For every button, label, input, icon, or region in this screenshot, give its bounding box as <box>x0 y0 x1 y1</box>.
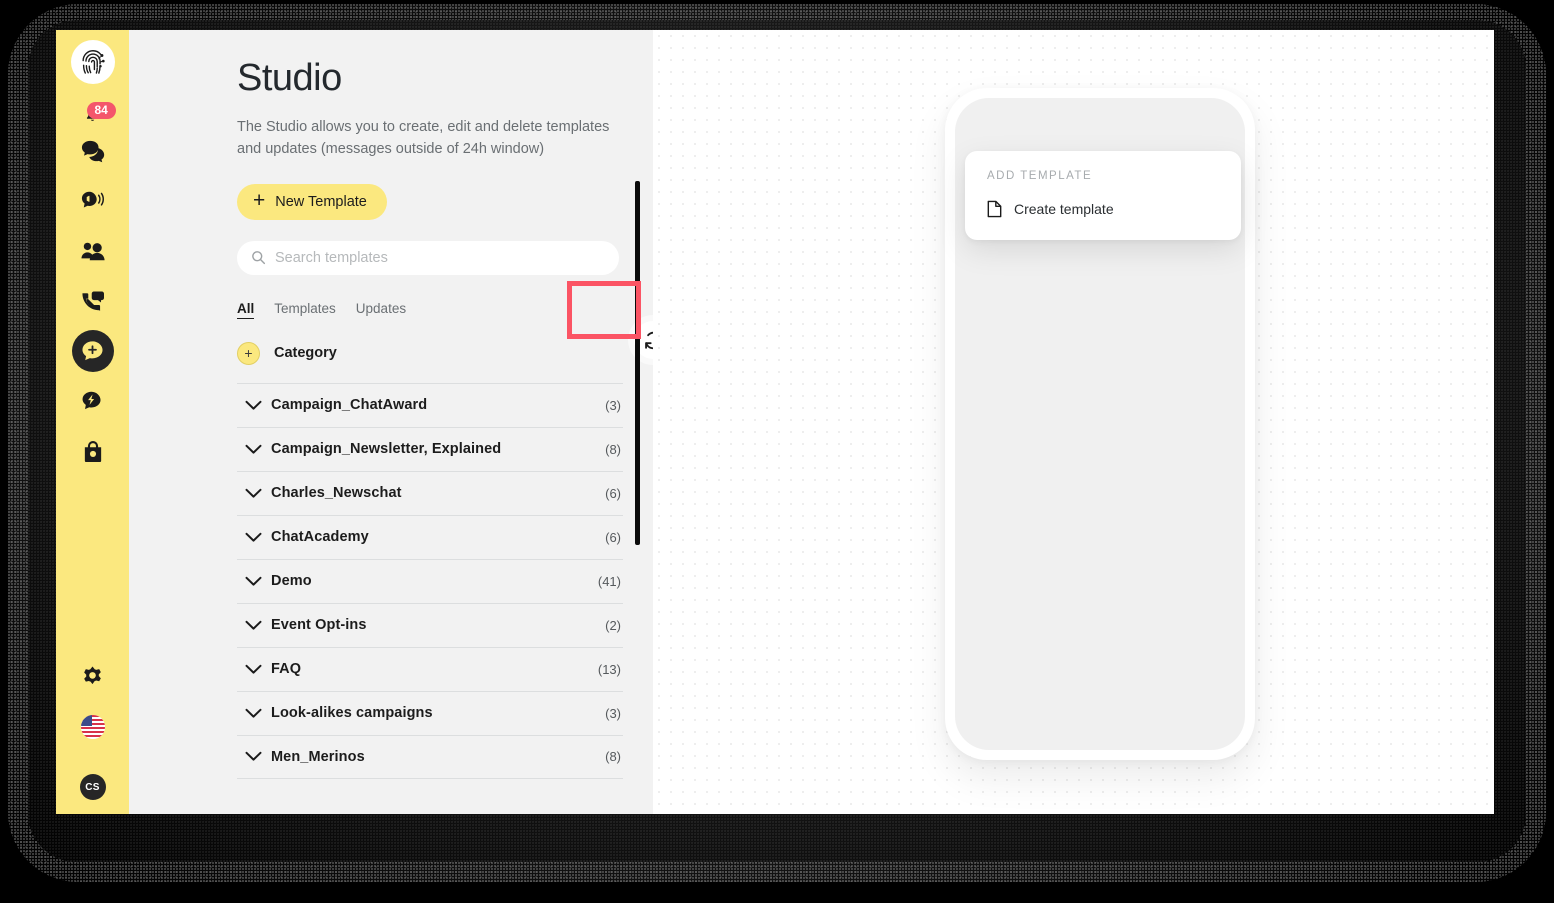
table-row[interactable]: Demo (41) <box>237 558 623 603</box>
studio-panel: Studio The Studio allows you to create, … <box>129 30 672 814</box>
screenshot-root: 84 CS Studio The Studio allows you to cr… <box>0 0 1554 903</box>
rail-bottom-group: CS <box>56 652 129 814</box>
table-row[interactable]: ChatAcademy (6) <box>237 514 623 559</box>
chevron-down-icon[interactable] <box>237 488 271 499</box>
category-count: (8) <box>605 749 621 765</box>
search-icon <box>251 250 266 265</box>
megaphone-bubble-icon <box>80 189 106 213</box>
filter-tabs: All Templates Updates <box>237 300 653 320</box>
chat-bubbles-icon <box>80 139 106 163</box>
chevron-down-icon[interactable] <box>237 400 271 411</box>
gear-icon <box>80 665 105 690</box>
category-name: Demo <box>271 573 312 590</box>
table-row[interactable]: Campaign_Newsletter, Explained (8) <box>237 426 623 471</box>
chevron-down-icon[interactable] <box>237 532 271 543</box>
document-icon <box>987 200 1002 218</box>
table-row[interactable]: FAQ (13) <box>237 646 623 691</box>
template-preview-area: ADD TEMPLATE Create template <box>653 30 1494 814</box>
sidebar-item-studio[interactable] <box>56 326 129 376</box>
sidebar-rail: 84 CS <box>56 30 129 814</box>
us-flag-icon <box>80 715 105 739</box>
category-name: Event Opt-ins <box>271 617 367 634</box>
sidebar-item-automations[interactable] <box>56 376 129 426</box>
category-count: (3) <box>605 705 621 721</box>
table-row[interactable]: Event Opt-ins (2) <box>237 602 623 647</box>
panel-scrollbar[interactable] <box>635 181 640 545</box>
category-count: (41) <box>597 573 621 589</box>
sidebar-item-commerce[interactable] <box>56 426 129 476</box>
category-name: Look-alikes campaigns <box>271 705 433 722</box>
new-template-label: New Template <box>275 193 367 210</box>
add-category-row[interactable]: + Category <box>237 341 653 365</box>
tab-all[interactable]: All <box>237 301 255 319</box>
chevron-down-icon[interactable] <box>237 664 271 675</box>
category-name: ChatAcademy <box>271 529 369 546</box>
sidebar-item-language[interactable] <box>56 702 129 752</box>
create-template-menu-item[interactable]: Create template <box>987 200 1219 218</box>
category-name: FAQ <box>271 661 302 678</box>
category-count: (8) <box>605 441 621 457</box>
plus-icon: + <box>253 189 266 213</box>
sidebar-item-contacts[interactable] <box>56 226 129 276</box>
search-input[interactable] <box>275 249 605 266</box>
category-count: (6) <box>605 529 621 545</box>
table-row[interactable]: Charles_Newschat (6) <box>237 470 623 515</box>
notification-count-badge: 84 <box>86 102 116 119</box>
category-count: (6) <box>605 485 621 501</box>
call-bubble-icon <box>80 290 105 313</box>
people-group-icon <box>80 239 106 263</box>
chevron-down-icon[interactable] <box>237 620 271 631</box>
category-count: (13) <box>597 661 621 677</box>
sidebar-item-conversations[interactable] <box>56 126 129 176</box>
chevron-down-icon[interactable] <box>237 576 271 587</box>
category-name: Men_Merinos <box>271 748 365 765</box>
page-title: Studio <box>237 57 342 99</box>
table-row[interactable]: Campaign_ChatAward (3) <box>237 382 623 427</box>
chevron-down-icon[interactable] <box>237 444 271 455</box>
lightning-bubble-icon <box>81 390 104 412</box>
add-template-menu-title: ADD TEMPLATE <box>987 170 1093 182</box>
category-count: (2) <box>605 617 621 633</box>
add-bubble-icon <box>71 330 114 372</box>
sidebar-item-calls[interactable] <box>56 276 129 326</box>
create-template-label: Create template <box>1014 201 1114 217</box>
fingerprint-logo[interactable] <box>70 40 115 84</box>
category-label: Category <box>274 345 337 362</box>
new-template-button[interactable]: + New Template <box>237 183 387 220</box>
add-template-menu: ADD TEMPLATE Create template <box>965 151 1241 240</box>
chevron-down-icon[interactable] <box>237 751 271 762</box>
avatar[interactable]: CS <box>79 774 106 800</box>
notifications-bell[interactable]: 84 <box>64 102 122 126</box>
plus-circle-icon: + <box>237 341 260 365</box>
search-templates-field[interactable] <box>237 240 619 275</box>
tab-templates[interactable]: Templates <box>274 301 336 318</box>
category-name: Charles_Newschat <box>271 485 402 502</box>
category-name: Campaign_Newsletter, Explained <box>271 441 502 458</box>
category-count: (3) <box>605 397 621 413</box>
page-description: The Studio allows you to create, edit an… <box>237 118 610 157</box>
table-row[interactable]: Men_Merinos (8) <box>237 734 623 779</box>
chevron-down-icon[interactable] <box>237 708 271 719</box>
tab-updates[interactable]: Updates <box>356 301 406 318</box>
category-list: Campaign_ChatAward (3) Campaign_Newslett… <box>237 382 623 779</box>
app-window: 84 CS Studio The Studio allows you to cr… <box>56 30 1494 814</box>
sidebar-item-settings[interactable] <box>56 652 129 702</box>
category-name: Campaign_ChatAward <box>271 397 428 414</box>
shopping-bag-icon <box>82 440 104 463</box>
table-row[interactable]: Look-alikes campaigns (3) <box>237 690 623 735</box>
sidebar-item-broadcasts[interactable] <box>56 176 129 226</box>
